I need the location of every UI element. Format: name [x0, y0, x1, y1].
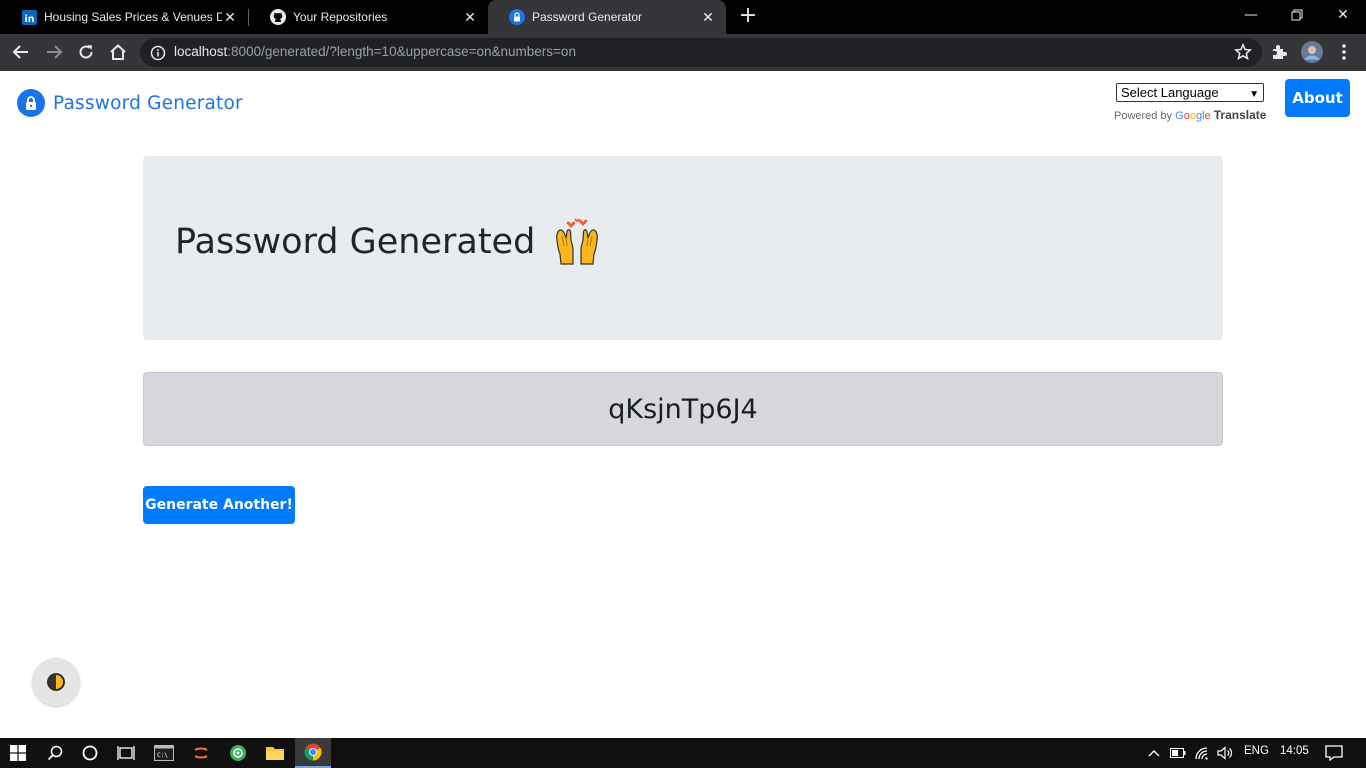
lock-icon — [509, 9, 525, 25]
windows-start-icon[interactable] — [0, 738, 36, 768]
reload-icon[interactable] — [74, 40, 98, 64]
tab-title: Password Generator — [532, 10, 643, 24]
tab-linkedin[interactable]: in Housing Sales Prices & Venues Data ✕ — [0, 0, 248, 34]
dark-mode-toggle[interactable] — [32, 658, 80, 706]
close-tab-icon[interactable]: ✕ — [700, 9, 716, 26]
site-info-icon[interactable] — [150, 45, 166, 61]
brand-title: Password Generator — [53, 92, 243, 114]
tab-title: Your Repositories — [293, 10, 388, 24]
tab-github[interactable]: Your Repositories ✕ — [249, 0, 488, 34]
browser-toolbar: localhost:8000/generated/?length=10&uppe… — [0, 34, 1366, 71]
close-tab-icon[interactable]: ✕ — [222, 9, 238, 26]
cortana-icon[interactable] — [72, 738, 108, 768]
extensions-puzzle-icon[interactable] — [1267, 40, 1291, 64]
profile-avatar[interactable] — [1300, 40, 1324, 64]
linkedin-icon: in — [21, 9, 37, 25]
volume-icon[interactable] — [1215, 738, 1235, 768]
svg-text:in: in — [24, 14, 34, 25]
navbar-brand[interactable]: Password Generator — [17, 89, 243, 117]
close-window-icon[interactable]: ✕ — [1320, 0, 1366, 30]
tab-password-generator[interactable]: Password Generator ✕ — [488, 0, 726, 34]
restore-icon[interactable] — [1274, 0, 1320, 30]
input-language[interactable]: ENG — [1244, 745, 1269, 757]
generate-another-button[interactable]: Generate Another! — [143, 486, 295, 524]
powered-by-text: Powered by — [1114, 110, 1173, 122]
bookmark-star-icon[interactable] — [1233, 42, 1253, 61]
raising-hands-emoji-icon — [553, 218, 601, 266]
battery-icon[interactable] — [1169, 738, 1187, 768]
tab-strip: in Housing Sales Prices & Venues Data ✕ … — [0, 0, 1366, 34]
wifi-icon[interactable] — [1193, 738, 1211, 768]
tab-title: Housing Sales Prices & Venues Data — [44, 10, 222, 24]
github-icon — [270, 9, 286, 25]
lock-icon — [17, 89, 45, 117]
address-bar[interactable]: localhost:8000/generated/?length=10&uppe… — [140, 38, 1262, 67]
page-heading-text: Password Generated — [175, 222, 536, 262]
language-select[interactable]: Select Language ▼ — [1116, 83, 1264, 102]
chevron-down-icon: ▼ — [1249, 89, 1259, 100]
taskbar: C:\ ENG 14:05 — [0, 738, 1366, 768]
new-tab-icon[interactable]: + — [738, 5, 758, 27]
file-explorer-icon[interactable] — [257, 738, 293, 768]
close-tab-icon[interactable]: ✕ — [462, 9, 478, 26]
chrome-taskbar-icon[interactable] — [295, 738, 331, 768]
generated-password[interactable]: qKsjnTp6J4 — [143, 372, 1223, 446]
minimize-icon[interactable]: — — [1228, 0, 1274, 30]
jupyter-icon[interactable] — [183, 738, 219, 768]
task-view-icon[interactable] — [108, 738, 144, 768]
back-arrow-icon[interactable] — [9, 40, 33, 64]
browser-menu-icon[interactable] — [1332, 40, 1356, 64]
forward-arrow-icon[interactable] — [42, 40, 66, 64]
jumbotron: Password Generated — [143, 156, 1223, 340]
url-text: localhost:8000/generated/?length=10&uppe… — [174, 44, 576, 59]
terminal-icon[interactable]: C:\ — [146, 738, 182, 768]
page-heading: Password Generated — [175, 218, 601, 266]
google-translate-attribution: Powered by Google Translate — [1114, 108, 1266, 122]
page-content: Password Generator Select Language ▼ Pow… — [0, 71, 1366, 738]
clock[interactable]: 14:05 — [1280, 745, 1309, 757]
google-logo[interactable]: Google — [1175, 110, 1211, 122]
svg-text:C:\: C:\ — [157, 752, 168, 759]
show-hidden-icons-chevron-icon[interactable] — [1145, 738, 1163, 768]
search-icon[interactable] — [37, 738, 73, 768]
language-select-value: Select Language — [1121, 85, 1219, 100]
app-green-icon[interactable] — [220, 738, 256, 768]
about-button[interactable]: About — [1285, 79, 1350, 117]
home-icon[interactable] — [106, 40, 130, 64]
notifications-icon[interactable] — [1320, 738, 1348, 768]
half-moon-icon — [47, 673, 65, 691]
translate-link[interactable]: Translate — [1214, 108, 1267, 122]
